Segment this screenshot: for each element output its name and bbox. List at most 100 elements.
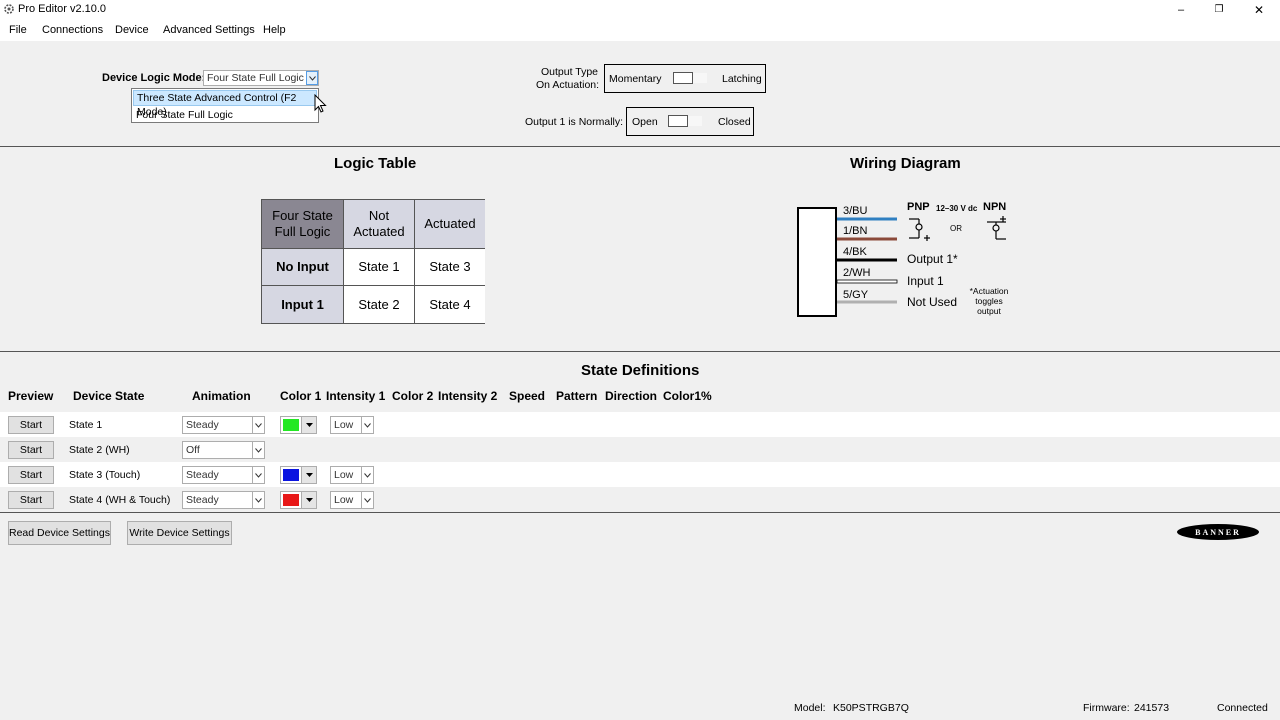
- menu-device[interactable]: Device: [115, 24, 149, 36]
- chevron-down-icon[interactable]: [306, 71, 318, 85]
- menu-advanced-settings[interactable]: Advanced Settings: [163, 24, 255, 36]
- pnp-symbol-icon: [909, 218, 930, 241]
- note-line-1: *Actuation: [969, 286, 1009, 296]
- output-type-label-1: Output Type: [541, 66, 599, 78]
- output-normally-label: Output 1 is Normally:: [525, 116, 624, 128]
- intensity1-select[interactable]: Low: [330, 466, 374, 484]
- header-color1-percent: Color1%: [663, 389, 712, 403]
- output-normally-toggle[interactable]: [668, 115, 688, 127]
- close-button[interactable]: ✕: [1239, 0, 1279, 19]
- animation-select[interactable]: Steady: [182, 416, 265, 434]
- npn-symbol-icon: [987, 216, 1006, 240]
- caret-down-icon[interactable]: [301, 417, 316, 433]
- dropdown-option-four-state[interactable]: Four State Full Logic: [133, 107, 317, 123]
- menu-connections[interactable]: Connections: [42, 24, 103, 36]
- caret-down-icon[interactable]: [301, 467, 316, 483]
- logic-table: Four State Full Logic Not Actuated Actuate…: [261, 199, 485, 324]
- start-button[interactable]: Start: [8, 466, 54, 484]
- latching-label: Latching: [722, 73, 762, 85]
- device-state-name: State 4 (WH & Touch): [69, 494, 171, 506]
- open-label: Open: [632, 116, 658, 128]
- intensity1-select[interactable]: Low: [330, 491, 374, 509]
- color1-picker[interactable]: [280, 491, 317, 509]
- menu-bar: File Connections Device Advanced Setting…: [0, 19, 1280, 41]
- write-device-settings-button[interactable]: Write Device Settings: [127, 521, 232, 545]
- actuation-note: *Actuation toggles output: [964, 286, 1014, 316]
- animation-select[interactable]: Steady: [182, 491, 265, 509]
- device-state-name: State 1: [69, 419, 103, 431]
- chevron-down-icon[interactable]: [361, 467, 373, 483]
- read-device-settings-button[interactable]: Read Device Settings: [8, 521, 111, 545]
- close-icon: ✕: [1253, 2, 1265, 17]
- cell-state-3: State 3: [415, 249, 485, 286]
- or-label: OR: [950, 224, 962, 233]
- device-state-name: State 3 (Touch): [69, 469, 141, 481]
- animation-select[interactable]: Steady: [182, 466, 265, 484]
- logic-table-corner: Four State Full Logic: [262, 200, 344, 249]
- wire-label-bu: 3/BU: [843, 205, 868, 217]
- toggle-gap: [693, 73, 707, 83]
- corner-line-2: Full Logic: [274, 224, 331, 239]
- table-row: Start State 4 (WH & Touch) Steady Low: [0, 487, 1280, 512]
- animation-value: Off: [186, 444, 200, 456]
- color-swatch: [283, 469, 299, 481]
- animation-select[interactable]: Off: [182, 441, 265, 459]
- minimize-button[interactable]: –: [1161, 0, 1201, 19]
- closed-label: Closed: [718, 116, 751, 128]
- output-type-toggle[interactable]: [673, 72, 693, 84]
- input-label: Input 1: [907, 274, 944, 288]
- start-button[interactable]: Start: [8, 416, 54, 434]
- banner-logo-text: BANNER: [1195, 527, 1241, 537]
- chevron-down-icon[interactable]: [361, 492, 373, 508]
- output-type-label-2: On Actuation:: [536, 79, 600, 91]
- header-intensity-1: Intensity 1: [326, 389, 386, 403]
- header-color-2: Color 2: [392, 389, 434, 403]
- col1-line-2: Actuated: [353, 224, 405, 239]
- header-device-state: Device State: [73, 389, 145, 403]
- color1-picker[interactable]: [280, 466, 317, 484]
- corner-line-1: Four State: [272, 208, 333, 223]
- row-header-input-1: Input 1: [262, 286, 344, 323]
- color1-picker[interactable]: [280, 416, 317, 434]
- chevron-down-icon[interactable]: [361, 417, 373, 433]
- chevron-down-icon[interactable]: [252, 467, 264, 483]
- window-title: Pro Editor v2.10.0: [18, 3, 107, 15]
- start-button[interactable]: Start: [8, 491, 54, 509]
- restore-button[interactable]: ❐: [1199, 0, 1239, 19]
- firmware-label: Firmware:: [1083, 702, 1130, 714]
- voltage-label: 12–30 V dc: [936, 204, 978, 213]
- animation-value: Steady: [186, 419, 219, 431]
- wiring-diagram-title: Wiring Diagram: [850, 155, 961, 172]
- mouse-cursor-icon: [314, 94, 327, 113]
- table-row: Start State 2 (WH) Off: [0, 437, 1280, 462]
- output-type-toggle-group: Momentary Latching: [604, 64, 766, 93]
- menu-file[interactable]: File: [9, 24, 27, 36]
- model-value: K50PSTRGB7Q: [833, 702, 909, 714]
- header-direction: Direction: [605, 389, 658, 403]
- chevron-down-icon[interactable]: [252, 492, 264, 508]
- col-header-actuated: Actuated: [415, 200, 485, 249]
- divider-bottom: [0, 512, 1280, 513]
- intensity1-select[interactable]: Low: [330, 416, 374, 434]
- momentary-label: Momentary: [609, 73, 662, 85]
- chevron-down-icon[interactable]: [252, 417, 264, 433]
- chevron-down-icon[interactable]: [252, 442, 264, 458]
- cell-state-2: State 2: [344, 286, 415, 323]
- dropdown-option-three-state[interactable]: Three State Advanced Control (F2 Mode): [133, 90, 317, 118]
- title-bar: Pro Editor v2.10.0 – ❐ ✕: [0, 0, 1280, 19]
- device-logic-mode-select[interactable]: Four State Full Logic: [203, 70, 319, 86]
- wire-label-wh: 2/WH: [843, 267, 871, 279]
- caret-down-icon[interactable]: [301, 492, 316, 508]
- connector-body: [797, 207, 837, 317]
- intensity-value: Low: [334, 419, 354, 431]
- start-button[interactable]: Start: [8, 441, 54, 459]
- device-state-name: State 2 (WH): [69, 444, 130, 456]
- table-row: Start State 1 Steady Low: [0, 412, 1280, 437]
- note-line-2: toggles: [975, 296, 1003, 306]
- intensity-value: Low: [334, 469, 354, 481]
- model-label: Model:: [794, 702, 826, 714]
- table-row: Start State 3 (Touch) Steady Low: [0, 462, 1280, 487]
- menu-help[interactable]: Help: [263, 24, 286, 36]
- logic-table-title: Logic Table: [334, 155, 417, 172]
- header-pattern: Pattern: [556, 389, 598, 403]
